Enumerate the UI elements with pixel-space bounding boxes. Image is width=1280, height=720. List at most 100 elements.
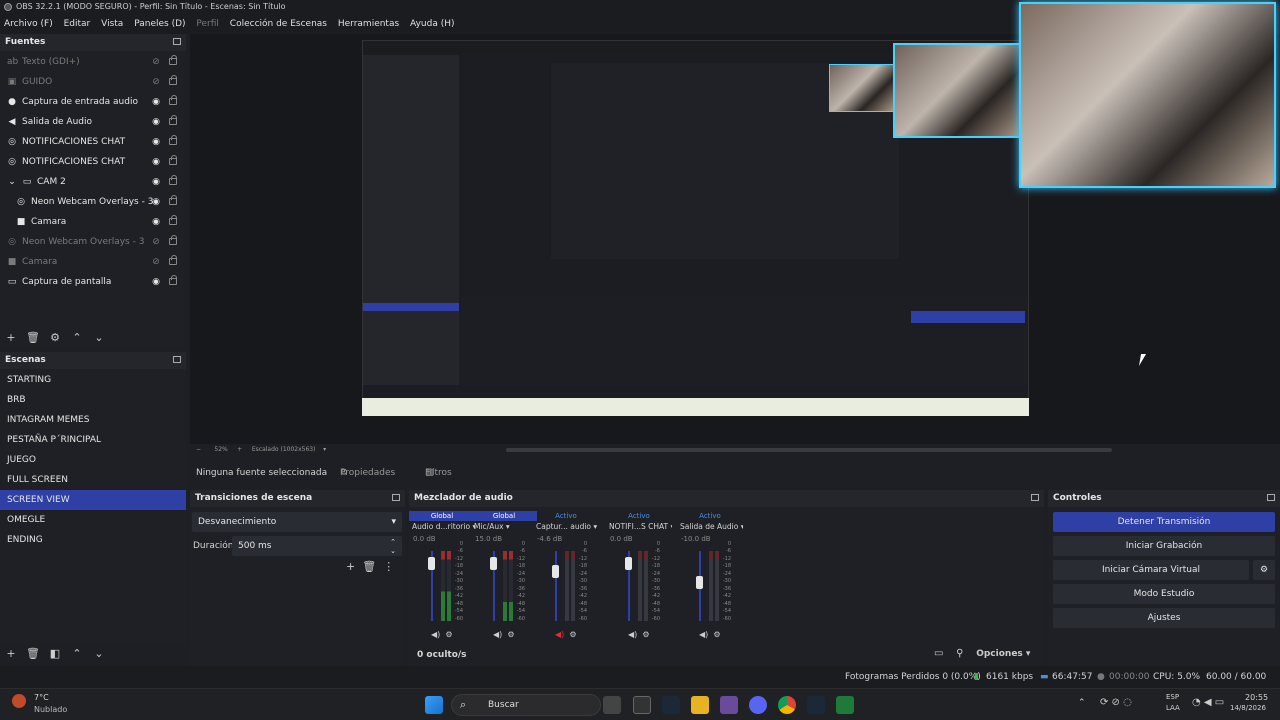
menu-ayuda[interactable]: Ayuda (H) (406, 14, 458, 34)
steam-icon[interactable] (807, 696, 825, 714)
tray-icons[interactable]: ⟳ ⊘ ◌ (1100, 697, 1132, 708)
chevron-down-icon[interactable]: ▾ (671, 522, 672, 531)
channel-name[interactable]: Captur... audio ▾ (533, 521, 599, 533)
clock-date[interactable]: 14/8/2026 (1230, 704, 1266, 712)
menu-coleccion[interactable]: Colección de Escenas (226, 14, 331, 34)
source-item[interactable]: ◀ Salida de Audio ◉ (0, 112, 186, 132)
source-item[interactable]: ◎ Neon Webcam Overlays - 3 ◉ (0, 192, 186, 212)
gear-icon[interactable]: ⚙ (713, 630, 720, 639)
layout-icon[interactable]: ▭ (934, 648, 943, 659)
duration-input[interactable]: 500 ms ⌃ ⌄ (232, 536, 402, 556)
lock-icon[interactable] (169, 75, 177, 85)
source-item[interactable]: ■ Camara ◉ (0, 212, 186, 232)
lock-icon[interactable] (169, 175, 177, 185)
scene-item[interactable]: STARTING (0, 370, 186, 390)
app-icon[interactable] (720, 696, 738, 714)
speaker-icon[interactable]: ◀) (699, 630, 708, 639)
delete-source-icon[interactable]: 🗑 (22, 328, 44, 348)
chevron-down-icon[interactable]: ▾ (506, 522, 510, 531)
lock-icon[interactable] (169, 55, 177, 65)
eye-icon[interactable]: ◉ (151, 97, 161, 107)
chrome-icon[interactable] (778, 696, 796, 714)
start-recording-button[interactable]: Iniciar Grabación (1053, 536, 1275, 556)
lock-icon[interactable] (169, 195, 177, 205)
scene-item[interactable]: ENDING (0, 530, 186, 550)
virtual-camera-settings-button[interactable]: ⚙ (1253, 560, 1275, 580)
lock-icon[interactable] (169, 135, 177, 145)
filter-icon[interactable]: ◧ (44, 644, 66, 664)
speaker-muted-icon[interactable]: ◀) (555, 630, 564, 639)
lock-icon[interactable] (169, 95, 177, 105)
task-view-icon[interactable] (603, 696, 621, 714)
undock-icon[interactable] (1267, 494, 1275, 501)
eye-hidden-icon[interactable]: ⊘ (151, 57, 161, 67)
add-source-icon[interactable]: + (0, 328, 22, 348)
lang-code[interactable]: ESP (1166, 693, 1179, 701)
source-item[interactable]: ■ Camara ⊘ (0, 252, 186, 272)
eye-hidden-icon[interactable]: ⊘ (151, 77, 161, 87)
scene-item-selected[interactable]: SCREEN VIEW (0, 490, 186, 510)
menu-herramientas[interactable]: Herramientas (334, 14, 403, 34)
channel-name[interactable]: Audio d...ritorio ▾ (409, 521, 475, 533)
source-item[interactable]: ▣ GUIDO ⊘ (0, 72, 186, 92)
channel-name[interactable]: NOTIFI...S CHAT ▾ (606, 521, 672, 533)
scene-item[interactable]: BRB (0, 390, 186, 410)
steam-icon[interactable] (662, 696, 680, 714)
more-icon[interactable]: ⋮ (383, 560, 394, 573)
discord-icon[interactable] (749, 696, 767, 714)
undock-icon[interactable] (1031, 494, 1039, 501)
link-icon[interactable]: ⚲ (956, 648, 963, 659)
scale-label[interactable]: Escalado (1002x563) (252, 446, 316, 453)
speaker-icon[interactable]: ◀) (628, 630, 637, 639)
speaker-icon[interactable]: ◀) (431, 630, 440, 639)
eye-hidden-icon[interactable]: ⊘ (151, 257, 161, 267)
tray-chevron-icon[interactable]: ⌃ (1078, 698, 1086, 708)
lock-icon[interactable] (169, 115, 177, 125)
chevron-down-icon[interactable]: ▾ (741, 522, 743, 531)
gear-icon[interactable]: ⚙ (445, 630, 452, 639)
weather-icon[interactable] (12, 694, 26, 708)
studio-mode-button[interactable]: Modo Estudio (1053, 584, 1275, 604)
volume-knob[interactable] (552, 565, 559, 578)
options-button[interactable]: Opciones ▾ (976, 649, 1030, 659)
source-item[interactable]: ◎ NOTIFICACIONES CHAT ◉ (0, 132, 186, 152)
stepper-icon[interactable]: ⌃ ⌄ (390, 538, 396, 556)
lock-icon[interactable] (169, 255, 177, 265)
source-item[interactable]: ▭ Captura de pantalla ◉ (0, 272, 186, 292)
gear-icon[interactable]: ⚙ (642, 630, 649, 639)
move-down-icon[interactable]: ⌄ (88, 644, 110, 664)
menu-archivo[interactable]: Archivo (F) (0, 14, 57, 34)
lock-icon[interactable] (169, 275, 177, 285)
chevron-down-icon[interactable]: ▾ (593, 522, 597, 531)
gear-icon[interactable]: ⚙ (507, 630, 514, 639)
eye-hidden-icon[interactable]: ⊘ (151, 237, 161, 247)
clock-time[interactable]: 20:55 (1245, 693, 1268, 702)
delete-icon[interactable]: 🗑 (362, 560, 376, 573)
scene-item[interactable]: INTAGRAM MEMES (0, 410, 186, 430)
source-group[interactable]: ⌄ ▭ CAM 2 ◉ (0, 172, 186, 192)
eye-icon[interactable]: ◉ (151, 177, 161, 187)
start-icon[interactable] (425, 696, 443, 714)
zoom-out-icon[interactable]: − (196, 446, 201, 453)
channel-name[interactable]: Mic/Aux ▾ (471, 521, 537, 533)
eye-icon[interactable]: ◉ (151, 117, 161, 127)
stop-stream-button[interactable]: Detener Transmisión (1053, 512, 1275, 532)
chevron-down-icon[interactable]: ⌄ (7, 177, 17, 187)
add-icon[interactable]: + (346, 560, 359, 573)
scene-item[interactable]: PESTAÑA P´RINCIPAL (0, 430, 186, 450)
move-up-icon[interactable]: ⌃ (66, 328, 88, 348)
gear-icon[interactable]: ⚙ (44, 328, 66, 348)
speaker-icon[interactable]: ◀) (493, 630, 502, 639)
preview-scrollbar[interactable] (506, 448, 1112, 452)
eye-icon[interactable]: ◉ (151, 277, 161, 287)
undock-icon[interactable] (173, 38, 181, 45)
lang-layout[interactable]: LAA (1166, 704, 1180, 712)
source-item[interactable]: ◎ NOTIFICACIONES CHAT ◉ (0, 152, 186, 172)
source-item[interactable]: ab Texto (GDI+) ⊘ (0, 52, 186, 72)
excel-icon[interactable] (836, 696, 854, 714)
undock-icon[interactable] (173, 356, 181, 363)
lock-icon[interactable] (169, 215, 177, 225)
menu-perfil[interactable]: Perfil (192, 14, 223, 34)
scene-item[interactable]: OMEGLE (0, 510, 186, 530)
move-up-icon[interactable]: ⌃ (66, 644, 88, 664)
